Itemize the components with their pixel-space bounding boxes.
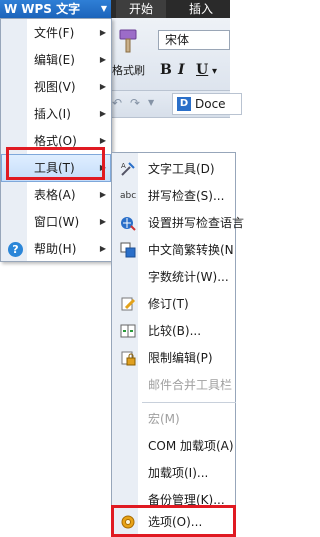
svg-text:A: A [121, 162, 126, 170]
menu-item-view[interactable]: 视图(V) ▶ [2, 74, 110, 100]
submenu-item-restrict-edit[interactable]: 限制编辑(P) [113, 345, 236, 371]
compare-icon [120, 323, 136, 339]
submenu-item-label: COM 加载项(A) [148, 439, 234, 453]
tools-highlight-box [6, 147, 105, 180]
underline-dropdown-icon[interactable]: ▾ [212, 66, 217, 77]
submenu-item-mail-merge-toolbar[interactable]: 邮件合并工具栏 [113, 372, 236, 398]
track-changes-icon [120, 296, 136, 312]
submenu-item-addins[interactable]: 加载项(I)... [113, 460, 236, 486]
submenu-item-label: 字数统计(W)... [148, 270, 229, 284]
restrict-edit-icon [120, 350, 136, 366]
submenu-divider [142, 402, 236, 403]
submenu-item-compare[interactable]: 比较(B)... [113, 318, 236, 344]
submenu-item-label: 中文简繁转换(N [148, 243, 234, 257]
submenu-item-label: 拼写检查(S)... [148, 189, 225, 203]
submenu-item-chinese-convert[interactable]: 中文简繁转换(N [113, 237, 236, 263]
submenu-item-label: 比较(B)... [148, 324, 202, 338]
submenu-item-word-count[interactable]: 字数统计(W)... [113, 264, 236, 290]
app-main-menu: 文件(F) ▶ 编辑(E) ▶ 视图(V) ▶ 插入(I) ▶ 格式(O) ▶ … [0, 18, 112, 262]
font-name-select[interactable]: 宋体 [158, 30, 230, 50]
tab-insert[interactable]: 插入 [176, 0, 226, 18]
submenu-item-label: 限制编辑(P) [148, 351, 213, 365]
document-icon: D [177, 97, 191, 111]
menu-item-table[interactable]: 表格(A) ▶ [2, 182, 110, 208]
undo-icon[interactable]: ↶ [112, 96, 122, 110]
submenu-item-com-addins[interactable]: COM 加载项(A) [113, 433, 236, 459]
menu-item-label: 文件(F) [34, 26, 75, 40]
menu-item-label: 表格(A) [34, 188, 76, 202]
format-painter-icon[interactable] [116, 28, 140, 61]
help-icon: ? [8, 242, 23, 257]
chevron-down-icon[interactable]: ▼ [148, 98, 154, 107]
document-tab[interactable]: D Doce [172, 93, 242, 115]
spell-check-icon: abc [120, 188, 136, 204]
spell-language-icon [120, 215, 136, 231]
menu-item-edit[interactable]: 编辑(E) ▶ [2, 47, 110, 73]
italic-button[interactable]: I [178, 62, 185, 78]
bold-button[interactable]: B [160, 62, 172, 78]
menu-item-help[interactable]: ? 帮助(H) ▶ [2, 236, 110, 262]
chevron-right-icon: ▶ [99, 217, 106, 226]
text-tools-icon: A [120, 161, 136, 177]
chevron-right-icon: ▶ [99, 28, 106, 37]
tools-submenu: A 文字工具(D) abc 拼写检查(S)... 设置拼写检查语言 中文简繁转换… [111, 152, 244, 535]
submenu-item-text-tools[interactable]: A 文字工具(D) [113, 156, 236, 182]
submenu-item-label: 修订(T) [148, 297, 189, 311]
submenu-item-label: 设置拼写检查语言 [148, 216, 245, 230]
menu-item-file[interactable]: 文件(F) ▶ [2, 20, 110, 46]
submenu-item-label: 邮件合并工具栏 [148, 378, 233, 392]
submenu-item-track-changes[interactable]: 修订(T) [113, 291, 236, 317]
title-bar: W WPS 文字 ▼ 开始 插入 [0, 0, 230, 18]
chevron-right-icon: ▶ [99, 82, 106, 91]
quick-access-toolbar: ↶ ↷ ▼ D Doce [104, 91, 242, 118]
submenu-item-label: 文字工具(D) [148, 162, 215, 176]
app-title: WPS 文字 [21, 2, 81, 16]
menu-item-window[interactable]: 窗口(W) ▶ [2, 209, 110, 235]
menu-item-insert[interactable]: 插入(I) ▶ [2, 101, 110, 127]
submenu-item-spell-check[interactable]: abc 拼写检查(S)... [113, 183, 236, 209]
chevron-right-icon: ▶ [99, 55, 106, 64]
wps-app-menu-button[interactable]: W WPS 文字 ▼ [0, 0, 111, 18]
chinese-convert-icon [120, 242, 136, 258]
options-highlight-box [111, 505, 236, 537]
chevron-down-icon: ▼ [100, 4, 107, 13]
underline-button[interactable]: U [196, 62, 208, 78]
submenu-item-label: 宏(M) [148, 412, 180, 426]
menu-item-label: 视图(V) [34, 80, 76, 94]
menu-item-label: 窗口(W) [34, 215, 80, 229]
chevron-right-icon: ▶ [99, 244, 106, 253]
menu-item-label: 帮助(H) [34, 242, 77, 256]
redo-icon[interactable]: ↷ [130, 96, 140, 110]
submenu-item-spell-language[interactable]: 设置拼写检查语言 [113, 210, 244, 236]
wps-logo-icon: W [4, 2, 18, 16]
ribbon: 格式刷 宋体 B I U ▾ [104, 18, 230, 91]
chevron-right-icon: ▶ [99, 109, 106, 118]
spell-check-icon-text: abc [120, 191, 137, 201]
tab-start[interactable]: 开始 [116, 0, 166, 18]
document-tab-label: Doce [195, 97, 226, 111]
submenu-item-macro[interactable]: 宏(M) [113, 406, 236, 432]
format-painter-label[interactable]: 格式刷 [112, 62, 145, 78]
menu-item-label: 编辑(E) [34, 53, 75, 67]
chevron-right-icon: ▶ [99, 190, 106, 199]
submenu-item-label: 加载项(I)... [148, 466, 209, 480]
menu-item-label: 插入(I) [34, 107, 71, 121]
